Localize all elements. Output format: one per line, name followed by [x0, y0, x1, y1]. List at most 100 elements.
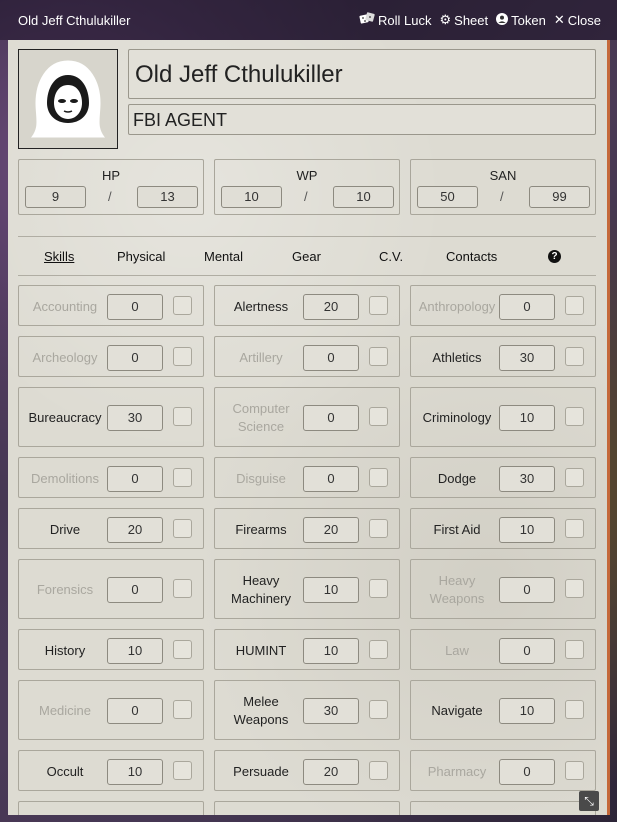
skill-value-input[interactable]: 10: [107, 758, 163, 785]
skill-name[interactable]: Alertness: [217, 298, 305, 316]
skill-failed-checkbox[interactable]: [565, 639, 584, 659]
skill-value-input[interactable]: 0: [107, 698, 163, 724]
skill-name[interactable]: Medicine: [21, 702, 109, 720]
skill-failed-checkbox[interactable]: [173, 295, 192, 315]
skill-value-input[interactable]: 0: [107, 293, 163, 320]
skill-value-input[interactable]: 20: [303, 758, 359, 785]
skill-name[interactable]: Pharmacy: [413, 763, 501, 781]
skill-name[interactable]: First Aid: [413, 521, 501, 539]
roll-luck-button[interactable]: Roll Luck: [359, 12, 432, 28]
skill-value-input[interactable]: 0: [107, 344, 163, 371]
skill-value-input[interactable]: 0: [499, 758, 555, 785]
tab-mental[interactable]: Mental: [204, 249, 243, 264]
skill-name[interactable]: Drive: [21, 521, 109, 539]
skill-failed-checkbox[interactable]: [173, 467, 192, 487]
skill-value-input[interactable]: 10: [303, 637, 359, 664]
skill-failed-checkbox[interactable]: [173, 760, 192, 780]
skill-name[interactable]: Firearms: [217, 521, 305, 539]
skill-value-input[interactable]: 0: [499, 577, 555, 603]
skill-failed-checkbox[interactable]: [565, 467, 584, 487]
skill-failed-checkbox[interactable]: [369, 579, 388, 598]
skill-name[interactable]: Demolitions: [21, 470, 109, 488]
skill-name[interactable]: Dodge: [413, 470, 501, 488]
skill-failed-checkbox[interactable]: [369, 407, 388, 426]
stat-current-input[interactable]: 10: [221, 186, 282, 208]
character-portrait[interactable]: [18, 49, 118, 149]
tab-gear[interactable]: Gear: [292, 249, 321, 264]
skill-value-input[interactable]: 10: [499, 516, 555, 543]
skill-failed-checkbox[interactable]: [369, 639, 388, 659]
stat-max-input[interactable]: 10: [333, 186, 394, 208]
token-button[interactable]: Token: [496, 12, 546, 28]
skill-name[interactable]: Criminology: [413, 409, 501, 427]
skill-value-input[interactable]: 10: [499, 698, 555, 724]
skill-name[interactable]: Accounting: [21, 298, 109, 316]
skill-name[interactable]: Athletics: [413, 349, 501, 367]
skill-failed-checkbox[interactable]: [369, 700, 388, 719]
character-name-field[interactable]: Old Jeff Cthulukiller: [128, 49, 596, 99]
tab-skills[interactable]: Skills: [44, 249, 74, 264]
skill-failed-checkbox[interactable]: [369, 518, 388, 538]
stat-current-input[interactable]: 9: [25, 186, 86, 208]
skill-failed-checkbox[interactable]: [173, 518, 192, 538]
skill-failed-checkbox[interactable]: [369, 295, 388, 315]
skill-value-input[interactable]: 0: [107, 465, 163, 492]
skill-failed-checkbox[interactable]: [565, 518, 584, 538]
skill-name[interactable]: Occult: [21, 763, 109, 781]
skill-value-input[interactable]: 30: [499, 344, 555, 371]
skill-failed-checkbox[interactable]: [173, 346, 192, 366]
skill-value-input[interactable]: 0: [107, 577, 163, 603]
tab-cv[interactable]: C.V.: [379, 249, 403, 264]
sheet-button[interactable]: ⚙ Sheet: [440, 12, 489, 28]
skill-value-input[interactable]: 0: [499, 293, 555, 320]
skill-name[interactable]: Heavy Weapons: [413, 572, 501, 608]
skill-name[interactable]: Disguise: [217, 470, 305, 488]
close-button[interactable]: ✕ Close: [554, 12, 601, 28]
skill-failed-checkbox[interactable]: [173, 639, 192, 659]
skill-name[interactable]: Bureaucracy: [21, 409, 109, 427]
help-icon[interactable]: ?: [548, 250, 561, 263]
skill-value-input[interactable]: 30: [107, 405, 163, 431]
resize-handle-icon[interactable]: ⤡: [579, 791, 599, 811]
skill-value-input[interactable]: 10: [107, 637, 163, 664]
stat-current-input[interactable]: 50: [417, 186, 478, 208]
tab-physical[interactable]: Physical: [117, 249, 165, 264]
skill-failed-checkbox[interactable]: [173, 700, 192, 719]
skill-value-input[interactable]: 0: [303, 465, 359, 492]
skill-name[interactable]: Persuade: [217, 763, 305, 781]
skill-value-input[interactable]: 10: [499, 405, 555, 431]
skill-value-input[interactable]: 0: [499, 637, 555, 664]
skill-failed-checkbox[interactable]: [565, 346, 584, 366]
skill-name[interactable]: Forensics: [21, 581, 109, 599]
skill-failed-checkbox[interactable]: [369, 346, 388, 366]
skill-name[interactable]: HUMINT: [217, 642, 305, 660]
skill-value-input[interactable]: 0: [303, 344, 359, 371]
skill-name[interactable]: Archeology: [21, 349, 109, 367]
skill-name[interactable]: History: [21, 642, 109, 660]
skill-value-input[interactable]: 10: [303, 577, 359, 603]
skill-failed-checkbox[interactable]: [565, 295, 584, 315]
tab-contacts[interactable]: Contacts: [446, 249, 497, 264]
skill-name[interactable]: Anthropology: [413, 298, 501, 316]
skill-failed-checkbox[interactable]: [369, 760, 388, 780]
skill-failed-checkbox[interactable]: [173, 579, 192, 598]
skill-failed-checkbox[interactable]: [565, 579, 584, 598]
skill-failed-checkbox[interactable]: [565, 407, 584, 426]
skill-value-input[interactable]: 20: [303, 293, 359, 320]
skill-name[interactable]: Heavy Machinery: [217, 572, 305, 608]
skill-value-input[interactable]: 0: [303, 405, 359, 431]
skill-value-input[interactable]: 30: [303, 698, 359, 724]
skill-failed-checkbox[interactable]: [173, 407, 192, 426]
skill-name[interactable]: Artillery: [217, 349, 305, 367]
skill-value-input[interactable]: 30: [499, 465, 555, 492]
skill-failed-checkbox[interactable]: [369, 467, 388, 487]
skill-name[interactable]: Law: [413, 642, 501, 660]
skill-value-input[interactable]: 20: [303, 516, 359, 543]
profession-field[interactable]: FBI AGENT: [128, 104, 596, 135]
stat-max-input[interactable]: 99: [529, 186, 590, 208]
skill-name[interactable]: Melee Weapons: [217, 693, 305, 729]
skill-value-input[interactable]: 20: [107, 516, 163, 543]
stat-max-input[interactable]: 13: [137, 186, 198, 208]
skill-name[interactable]: Computer Science: [217, 400, 305, 436]
skill-failed-checkbox[interactable]: [565, 700, 584, 719]
